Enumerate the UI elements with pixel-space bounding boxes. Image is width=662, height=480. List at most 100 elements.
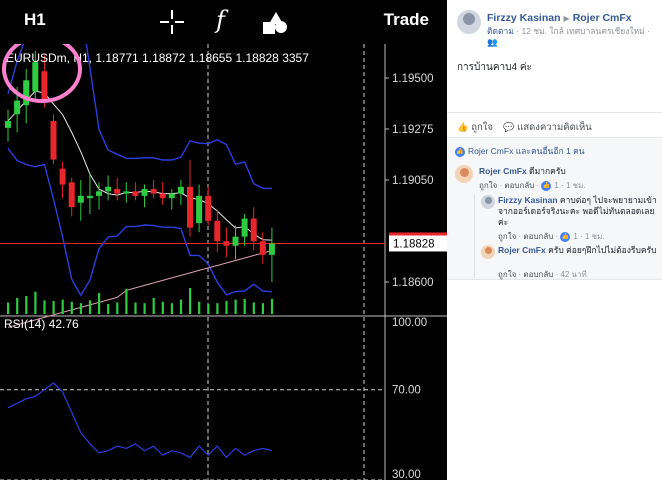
candle-body — [105, 186, 112, 192]
price-tick-label: 1.18600 — [392, 277, 434, 289]
candle-body — [196, 195, 203, 224]
like-button[interactable]: 👍 ถูกใจ — [457, 120, 493, 135]
candle-body — [177, 186, 184, 194]
candle-body — [5, 121, 11, 128]
candle-body — [41, 71, 48, 101]
candle-body — [250, 218, 257, 242]
timeframe-button[interactable]: H1 — [24, 10, 46, 30]
replier-avatar[interactable] — [481, 195, 495, 209]
facebook-post-panel: Firzzy Kasinan ▶ Rojer CmFx ติดตาม · 12 ชม… — [447, 0, 662, 480]
reply-text: ครับ ค่อยๆฝึกไปไม่ต้องรีบครับ — [548, 245, 657, 255]
price-tick-label: 1.19500 — [392, 73, 434, 85]
volume-bar — [43, 300, 46, 314]
candle-body — [241, 218, 248, 237]
candle-body — [114, 189, 121, 194]
commenter-avatar[interactable] — [455, 165, 473, 183]
post-actions: 👍 ถูกใจ 💬 แสดงความคิดเห็น — [447, 112, 662, 138]
candle-body — [86, 195, 93, 199]
comment-text: ดีมากครับ — [529, 166, 566, 176]
post-timestamp[interactable]: 12 ชม. ใกล้ เทศบาลนครเชียงใหม่ — [522, 26, 645, 36]
replier-avatar[interactable] — [481, 245, 495, 259]
volume-bar — [198, 301, 201, 314]
trading-chart-panel[interactable]: H1 f Trade 1.19500 1.19275 1.19050 1.18600 1… — [0, 0, 447, 480]
comment-author-link[interactable]: Rojer CmFx — [479, 166, 527, 176]
like-reaction-icon: 👍 — [541, 180, 552, 191]
candle-body — [168, 193, 175, 199]
bollinger-bands — [7, 44, 273, 328]
chart-toolbar: H1 f Trade — [0, 0, 447, 44]
comment-like-button[interactable]: ถูกใจ — [479, 181, 497, 190]
reply-reply-button[interactable]: ตอบกลับ — [523, 232, 553, 241]
reply-author-link[interactable]: Firzzy Kasinan — [498, 195, 558, 205]
function-icon[interactable]: f — [216, 6, 225, 34]
reply-body: Rojer CmFx ครับ ค่อยๆฝึกไปไม่ต้องรีบครับ — [498, 245, 658, 256]
likes-summary-link[interactable]: 👍 Rojer CmFx และคนอื่นอีก 1 คน — [455, 144, 585, 158]
current-price-marker — [389, 232, 447, 236]
reply-reply-button[interactable]: ตอบกลับ — [523, 270, 553, 279]
volume-bar — [225, 301, 228, 314]
price-axis: 1.19500 1.19275 1.19050 1.18600 1.18828 — [385, 73, 447, 289]
candle-body — [23, 80, 30, 106]
reply-body: Firzzy Kasinan คาบต่อๆ ไปจะพยายามเข้าจาก… — [498, 195, 658, 228]
candlestick-chart[interactable]: 1.19500 1.19275 1.19050 1.18600 1.18828 30.0… — [0, 44, 447, 480]
reply-time[interactable]: 42 นาที — [560, 270, 586, 279]
crosshair-icon[interactable] — [158, 8, 186, 36]
lower-band — [7, 147, 272, 297]
candle-body — [187, 186, 193, 228]
follow-link[interactable]: ติดตาม — [487, 26, 514, 36]
post-target-link[interactable]: Rojer CmFx — [573, 12, 632, 24]
thumb-up-icon: 👍 — [457, 122, 469, 132]
rsi-level-label: 30.00 — [392, 469, 421, 480]
current-price-label: 1.18828 — [393, 238, 435, 250]
trade-button[interactable]: Trade — [384, 10, 429, 30]
caret-right-icon: ▶ — [563, 14, 570, 23]
candle-body — [268, 243, 275, 255]
objects-icon[interactable] — [261, 8, 289, 36]
chart-grid — [0, 44, 447, 480]
candle-body — [14, 100, 21, 115]
rsi-level-label: 100.00 — [392, 317, 427, 329]
moving-average — [7, 90, 272, 241]
volume-bar — [34, 291, 37, 314]
reply-author-link[interactable]: Rojer CmFx — [498, 245, 546, 255]
comment-like-count: 1 — [554, 181, 559, 190]
rsi-indicator: 30.00 70.00 100.00 — [0, 317, 427, 480]
comment-time[interactable]: 1 ชม. — [566, 181, 586, 190]
post-author-link[interactable]: Firzzy Kasinan — [487, 12, 561, 24]
comment-button[interactable]: 💬 แสดงความคิดเห็น — [503, 120, 592, 135]
volume-bar — [189, 288, 192, 314]
comment-reply-button[interactable]: ตอบกลับ — [504, 181, 534, 190]
volume-bar — [134, 302, 137, 314]
post-text: การบ้านคาบ4 ค่ะ — [457, 62, 532, 73]
volume-bar — [7, 302, 10, 314]
comment-body: Rojer CmFx ดีมากครับ — [479, 166, 654, 177]
upper-band — [7, 44, 272, 190]
post-header: Firzzy Kasinan ▶ Rojer CmFx ติดตาม · 12 ชม… — [457, 8, 657, 50]
volume-bar — [216, 303, 219, 314]
candle-body — [150, 189, 157, 194]
comment-actions: ถูกใจ · ตอบกลับ · 👍 1 · 1 ชม. — [479, 180, 586, 191]
candle-body — [123, 191, 130, 194]
candle-body — [205, 195, 212, 221]
comment-icon: 💬 — [503, 122, 515, 132]
reply-like-button[interactable]: ถูกใจ — [498, 270, 516, 279]
candle-body — [59, 168, 66, 185]
candle-body — [223, 241, 230, 246]
reply-like-button[interactable]: ถูกใจ — [498, 232, 516, 241]
candle-body — [232, 236, 239, 246]
reply-time[interactable]: 1 ชม. — [585, 232, 605, 241]
volume-bar — [25, 296, 28, 314]
volume-bar — [79, 303, 82, 314]
candle-body — [50, 121, 57, 160]
volume-bar — [143, 303, 146, 314]
volume-bar — [125, 288, 128, 314]
author-avatar[interactable] — [457, 10, 481, 34]
volume-bar — [107, 303, 110, 314]
volume-bar — [70, 301, 73, 314]
candle-body — [132, 191, 139, 196]
volume-bar — [116, 302, 119, 314]
volume-bar — [16, 297, 19, 314]
candle-body — [96, 191, 102, 196]
rsi-line — [7, 382, 273, 459]
price-tick-label: 1.19275 — [392, 124, 434, 136]
